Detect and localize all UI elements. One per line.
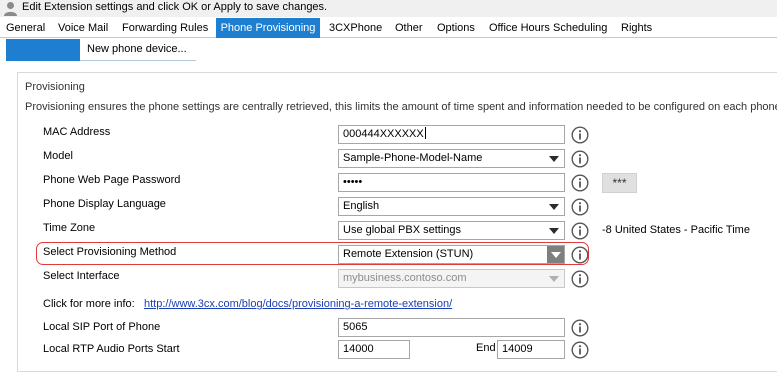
interface-select[interactable]: mybusiness.contoso.com	[338, 269, 565, 288]
rtp-end-value: 14009	[502, 343, 533, 355]
rtp-ports-label: Local RTP Audio Ports Start	[43, 343, 180, 355]
display-language-value: English	[343, 200, 380, 212]
tab-phone-provisioning[interactable]: Phone Provisioning	[216, 18, 320, 38]
display-language-label: Phone Display Language	[43, 198, 166, 210]
time-zone-value: Use global PBX settings	[343, 224, 462, 236]
rtp-start-input[interactable]: 14000	[338, 340, 410, 359]
more-info-link[interactable]: http://www.3cx.com/blog/docs/provisionin…	[144, 298, 452, 310]
interface-value: mybusiness.contoso.com	[343, 272, 467, 284]
time-zone-description: -8 United States - Pacific Time	[602, 224, 750, 236]
method-info-icon[interactable]	[571, 246, 589, 264]
model-select[interactable]: Sample-Phone-Model-Name	[338, 149, 565, 168]
web-password-input[interactable]: •••••	[338, 173, 565, 192]
mac-address-input[interactable]: 000444XXXXXX	[338, 125, 565, 144]
header-title: Edit Extension settings and click OK or …	[22, 1, 328, 13]
language-info-icon[interactable]	[571, 198, 589, 216]
time-zone-label: Time Zone	[43, 222, 96, 234]
tab-office-hours-scheduling[interactable]: Office Hours Scheduling	[489, 18, 607, 38]
mac-address-value: 000444XXXXXX	[343, 128, 424, 140]
text-caret	[424, 127, 426, 139]
chevron-down-icon	[551, 252, 561, 258]
mac-address-label: MAC Address	[43, 126, 111, 138]
provisioning-method-label: Select Provisioning Method	[43, 246, 177, 258]
chevron-down-icon	[549, 156, 559, 162]
dropdown-button	[547, 246, 564, 263]
rtp-end-label: End	[476, 342, 496, 354]
device-subtab-bar: New phone device...	[6, 39, 196, 61]
header-bar: Edit Extension settings and click OK or …	[0, 0, 777, 17]
rtp-start-value: 14000	[343, 343, 374, 355]
tab-rights[interactable]: Rights	[621, 18, 652, 38]
tab-other[interactable]: Other	[395, 18, 423, 38]
sip-port-info-icon[interactable]	[571, 319, 589, 337]
model-value: Sample-Phone-Model-Name	[343, 152, 483, 164]
model-label: Model	[43, 150, 73, 162]
provisioning-description: Provisioning ensures the phone settings …	[25, 101, 777, 113]
chevron-down-icon	[549, 276, 559, 282]
web-password-value: •••••	[343, 176, 363, 188]
sip-port-label: Local SIP Port of Phone	[43, 321, 161, 333]
provisioning-legend: Provisioning	[25, 81, 85, 93]
user-icon	[4, 2, 17, 16]
tab-options[interactable]: Options	[437, 18, 475, 38]
rtp-info-icon[interactable]	[571, 341, 589, 359]
tab-bar: General Voice Mail Forwarding Rules Phon…	[0, 18, 777, 38]
mac-info-icon[interactable]	[571, 126, 589, 144]
interface-label: Select Interface	[43, 270, 120, 282]
show-password-button[interactable]: ***	[602, 173, 637, 193]
chevron-down-icon	[549, 228, 559, 234]
sip-port-input[interactable]: 5065	[338, 318, 565, 337]
provisioning-method-select[interactable]: Remote Extension (STUN)	[338, 245, 565, 264]
more-info-label: Click for more info:	[43, 298, 135, 310]
tab-general[interactable]: General	[6, 18, 45, 38]
sip-port-value: 5065	[343, 321, 368, 333]
timezone-info-icon[interactable]	[571, 222, 589, 240]
provisioning-method-value: Remote Extension (STUN)	[343, 248, 474, 260]
tab-voice-mail[interactable]: Voice Mail	[58, 18, 108, 38]
rtp-end-input[interactable]: 14009	[497, 340, 565, 359]
interface-info-icon[interactable]	[571, 270, 589, 288]
new-phone-device-button[interactable]: New phone device...	[87, 43, 187, 55]
time-zone-select[interactable]: Use global PBX settings	[338, 221, 565, 240]
tab-forwarding-rules[interactable]: Forwarding Rules	[122, 18, 208, 38]
chevron-down-icon	[549, 204, 559, 210]
password-info-icon[interactable]	[571, 174, 589, 192]
model-info-icon[interactable]	[571, 150, 589, 168]
display-language-select[interactable]: English	[338, 197, 565, 216]
web-password-label: Phone Web Page Password	[43, 174, 181, 186]
device-subtab-selected[interactable]	[6, 39, 80, 61]
tab-3cxphone[interactable]: 3CXPhone	[329, 18, 382, 38]
